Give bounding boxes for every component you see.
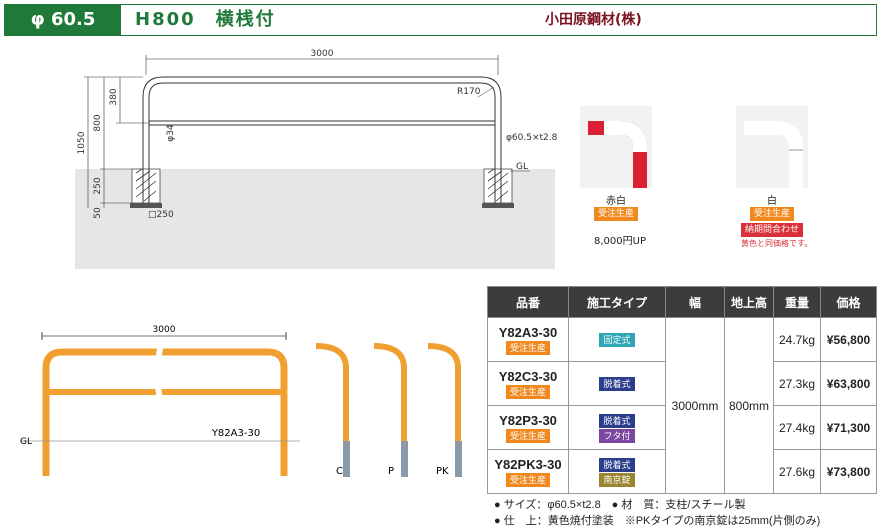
product-gl: GL — [20, 437, 32, 447]
white-note: 黄色と同価格です。 — [741, 239, 813, 248]
title-bar: φ 60.5 H800 横桟付 小田原鋼材(株) — [4, 4, 877, 36]
spec-table: 品番 施工タイプ 幅 地上高 重量 価格 Y82A3-30 受注生産 固定式 30… — [487, 286, 877, 494]
type-c: C — [336, 466, 343, 477]
gl-label: GL — [516, 162, 528, 172]
made-to-order-badge: 受注生産 — [593, 207, 638, 221]
product-title: H800 横桟付 — [135, 9, 276, 30]
dim-50: 50 — [93, 207, 103, 219]
dim-250: 250 — [93, 177, 103, 194]
white-swatch — [736, 106, 808, 188]
dim-pipe: φ60.5×t2.8 — [506, 133, 558, 143]
white-label: 白 受注生産 納期問合わせ — [732, 192, 812, 237]
pipe-size: φ 60.5 — [5, 5, 121, 35]
dim-top: 380 — [109, 88, 119, 105]
red-white-price: 8,000円UP — [594, 236, 646, 247]
dim-total: 1050 — [77, 131, 87, 154]
product-illustration: 3000 GL Y82A3-30 C P PK — [20, 325, 462, 481]
dim-800: 800 — [93, 114, 103, 131]
product-width: 3000 — [153, 325, 176, 335]
table-row: Y82A3-30 受注生産 固定式 3000mm 800mm 24.7kg ¥56… — [487, 317, 877, 494]
maker-name: 小田原鋼材(株) — [545, 12, 642, 28]
technical-drawing: 3000 1050 380 800 250 50 φ34 R170 φ60.5×… — [75, 49, 558, 269]
delivery-inquiry-badge: 納期問合わせ — [740, 223, 803, 237]
product-model: Y82A3-30 — [211, 428, 260, 439]
type-p: P — [388, 466, 394, 477]
dim-base: □250 — [148, 210, 174, 220]
dim-width: 3000 — [311, 49, 334, 59]
red-white-swatch — [580, 106, 652, 188]
spec-notes: ● サイズ：φ60.5×t2.8 ● 材 質：支柱/スチール製 ● 仕 上：黄色… — [494, 499, 821, 527]
made-to-order-badge: 受注生産 — [749, 207, 794, 221]
dim-d34: φ34 — [166, 124, 176, 142]
type-pk: PK — [436, 466, 449, 477]
red-white-label: 赤白 受注生産 — [580, 192, 652, 221]
dim-radius: R170 — [457, 87, 481, 97]
